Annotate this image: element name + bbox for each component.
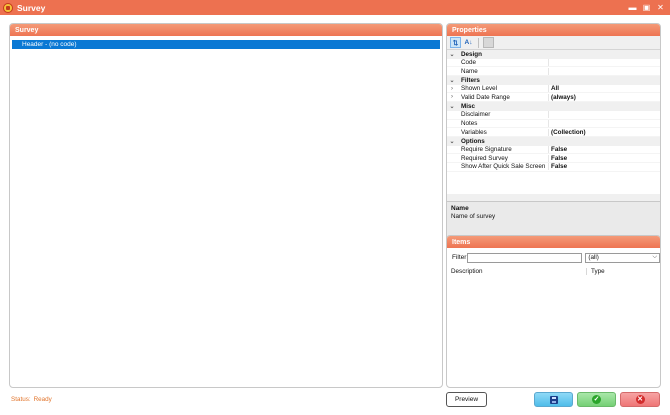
preview-button[interactable]: Preview xyxy=(446,392,487,407)
property-value[interactable]: (Collection) xyxy=(549,129,660,136)
property-name: Valid Date Range xyxy=(457,93,549,101)
app-icon xyxy=(3,2,13,13)
property-row-notes[interactable]: Notes xyxy=(447,119,660,129)
property-name: Required Survey xyxy=(457,154,549,162)
filter-input[interactable] xyxy=(466,252,583,263)
cancel-x-icon: ✕ xyxy=(635,395,645,404)
category-label: Filters xyxy=(461,76,480,84)
status-value: Ready xyxy=(33,396,52,403)
properties-toolbar: ⇅ A↓ xyxy=(447,36,660,49)
property-row-variables[interactable]: Variables (Collection) xyxy=(447,128,660,137)
property-row-name[interactable]: Name xyxy=(447,67,660,77)
category-label: Misc xyxy=(461,102,475,110)
toolbar-separator xyxy=(478,37,479,48)
filter-label: Filter xyxy=(452,254,467,261)
properties-panel: Properties ⇅ A↓ ⌄ Design Code Name ⌄ Fil… xyxy=(446,23,661,247)
items-panel: Items Filter (all) ⌵ Description Type xyxy=(446,235,661,388)
property-row-disclaimer[interactable]: Disclaimer xyxy=(447,111,660,120)
property-row-required-survey[interactable]: Required Survey False xyxy=(447,154,660,163)
property-row-shown-level[interactable]: › Shown Level All xyxy=(447,85,660,94)
category-misc[interactable]: ⌄ Misc xyxy=(447,102,660,111)
category-options[interactable]: ⌄ Options xyxy=(447,136,660,146)
property-value[interactable]: All xyxy=(549,85,660,92)
maximize-button[interactable]: ▣ xyxy=(641,2,652,13)
items-filter-row: Filter (all) ⌵ xyxy=(447,252,660,263)
property-name: Disclaimer xyxy=(457,111,549,119)
ok-button[interactable]: ✓ xyxy=(577,392,616,407)
property-name: Require Signature xyxy=(457,145,549,153)
property-value[interactable]: False xyxy=(549,163,660,170)
property-name: Show After Quick Sale Screen xyxy=(457,163,549,171)
collapse-chevron-icon[interactable]: ⌄ xyxy=(447,51,457,58)
expand-chevron-icon[interactable]: › xyxy=(447,94,457,100)
property-value[interactable]: False xyxy=(549,155,660,162)
window-title: Survey xyxy=(17,2,46,13)
items-column-headers: Description Type xyxy=(447,268,660,275)
column-header-type[interactable]: Type xyxy=(587,268,605,275)
chevron-down-icon[interactable]: ⌵ xyxy=(652,254,657,261)
cancel-button[interactable]: ✕ xyxy=(620,392,660,407)
title-bar: Survey ▬ ▣ ✕ xyxy=(0,0,670,15)
property-row-code[interactable]: Code xyxy=(447,59,660,68)
status-label: Status: xyxy=(11,396,31,403)
property-row-show-after-quick-sale[interactable]: Show After Quick Sale Screen False xyxy=(447,163,660,172)
status-bar: Status: Ready xyxy=(11,396,52,403)
category-filters[interactable]: ⌄ Filters xyxy=(447,76,660,85)
collapse-chevron-icon[interactable]: ⌄ xyxy=(447,103,457,110)
description-text: Name of survey xyxy=(451,213,496,220)
category-design[interactable]: ⌄ Design xyxy=(447,50,660,59)
checkmark-icon: ✓ xyxy=(592,395,601,404)
collapse-chevron-icon[interactable]: ⌄ xyxy=(447,77,457,84)
filter-select-value: (all) xyxy=(588,254,599,261)
column-header-description[interactable]: Description xyxy=(451,268,587,275)
property-name: Name xyxy=(457,67,549,75)
minimize-button[interactable]: ▬ xyxy=(627,2,638,13)
property-value[interactable]: (always) xyxy=(549,94,660,101)
items-panel-header: Items xyxy=(447,236,660,248)
window-body: Survey Header - (no code) Properties ⇅ A… xyxy=(0,15,670,415)
expand-chevron-icon[interactable]: › xyxy=(447,86,457,92)
collapse-chevron-icon[interactable]: ⌄ xyxy=(447,138,457,145)
property-grid: ⌄ Design Code Name ⌄ Filters › Shown Lev… xyxy=(447,49,660,194)
filter-type-select[interactable]: (all) ⌵ xyxy=(585,252,660,263)
property-description: Name Name of survey xyxy=(447,201,660,237)
alphabetical-sort-icon[interactable]: A↓ xyxy=(463,37,474,48)
survey-panel: Survey Header - (no code) xyxy=(9,23,443,388)
category-label: Options xyxy=(461,137,485,145)
tree-node-header[interactable]: Header - (no code) xyxy=(12,40,440,49)
property-name: Shown Level xyxy=(457,85,549,93)
categorized-sort-icon[interactable]: ⇅ xyxy=(450,37,461,48)
properties-panel-header: Properties xyxy=(447,24,660,36)
property-pages-icon[interactable] xyxy=(483,37,494,48)
description-title: Name xyxy=(451,205,469,212)
window-controls: ▬ ▣ ✕ xyxy=(627,2,666,13)
property-name: Code xyxy=(457,59,549,67)
save-floppy-icon xyxy=(549,395,558,404)
property-row-require-signature[interactable]: Require Signature False xyxy=(447,145,660,155)
save-button[interactable] xyxy=(534,392,573,407)
property-value[interactable]: False xyxy=(549,146,660,153)
close-button[interactable]: ✕ xyxy=(655,2,666,13)
property-name: Variables xyxy=(457,128,549,136)
survey-panel-header: Survey xyxy=(10,24,442,36)
property-row-valid-date-range[interactable]: › Valid Date Range (always) xyxy=(447,93,660,103)
property-name: Notes xyxy=(457,119,549,127)
category-label: Design xyxy=(461,50,482,58)
